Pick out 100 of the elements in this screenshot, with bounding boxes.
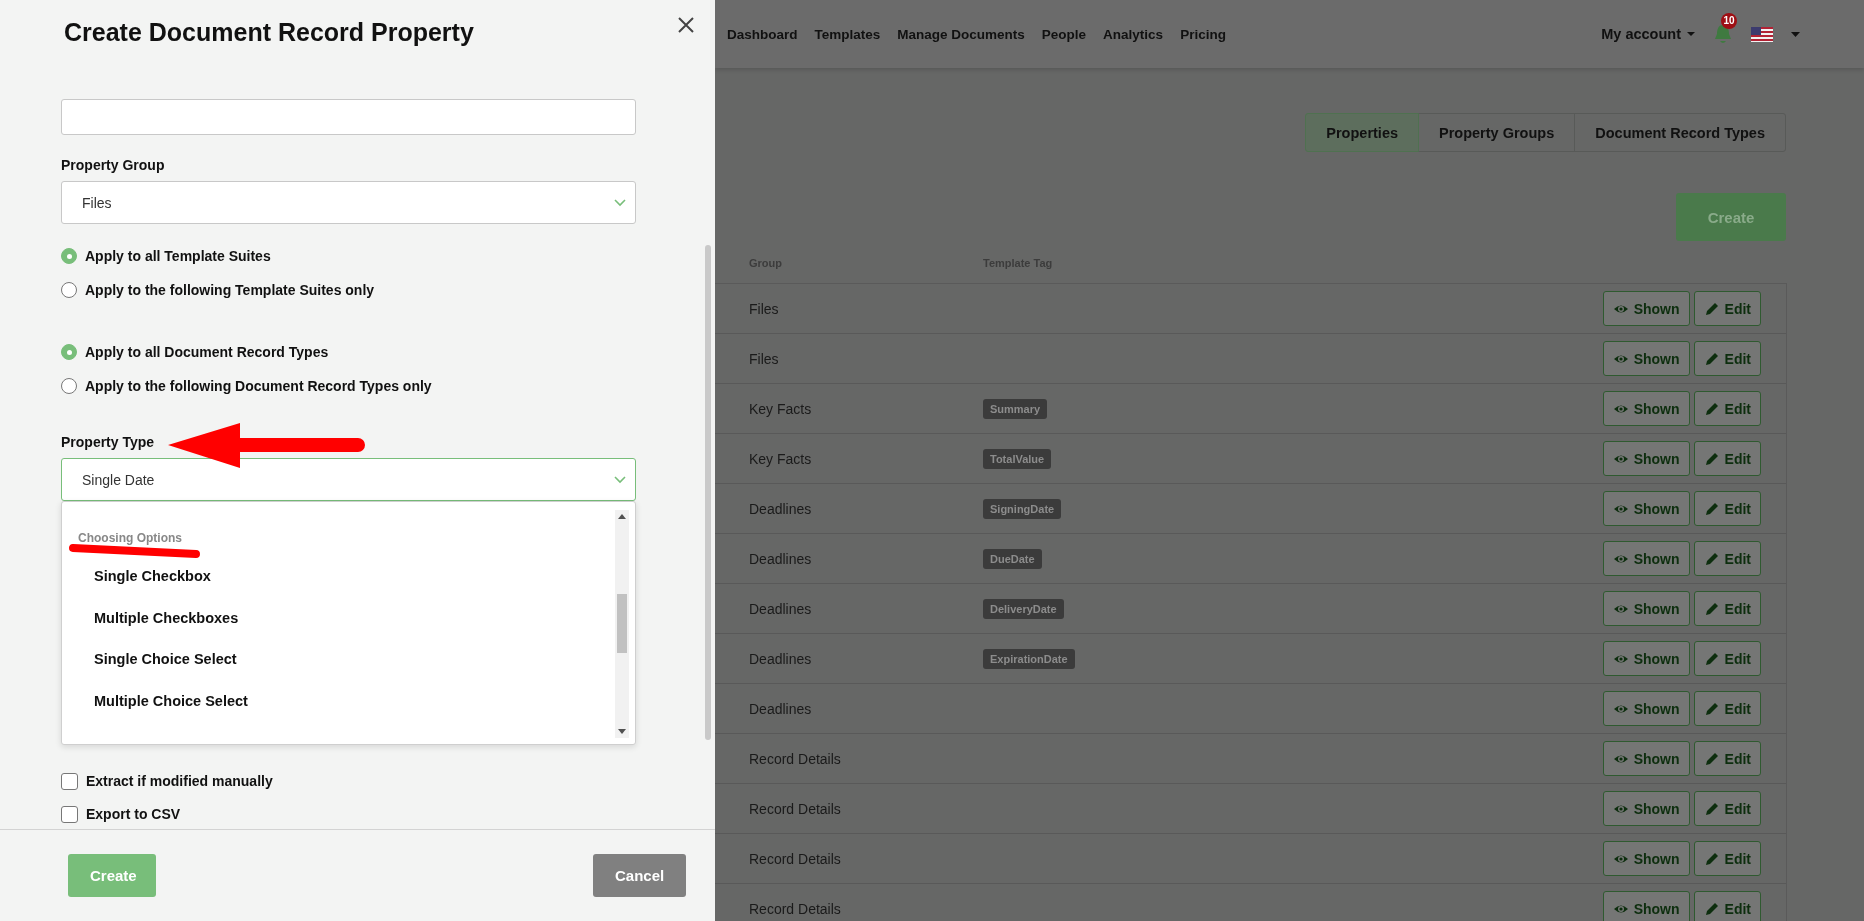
checkbox-label: Extract if modified manually (86, 773, 273, 789)
notification-badge: 10 (1721, 13, 1737, 29)
pencil-icon (1703, 300, 1720, 317)
create-button[interactable]: Create (68, 854, 156, 897)
shown-button[interactable]: Shown (1602, 691, 1690, 726)
radio-button[interactable] (61, 282, 77, 298)
template-tag: DueDate (983, 548, 1042, 569)
scrollbar[interactable] (705, 245, 711, 740)
chevron-down-icon (613, 474, 627, 485)
field-label: Property Group (61, 156, 166, 175)
checkbox-label: Export to CSV (86, 806, 181, 822)
table-cell-text: Record Details (749, 900, 842, 917)
table-cell-text: Files (749, 350, 780, 367)
shown-button[interactable]: Shown (1602, 841, 1690, 876)
edit-button[interactable]: Edit (1693, 291, 1761, 326)
shown-button[interactable]: Shown (1602, 741, 1690, 776)
cancel-button[interactable]: Cancel (593, 854, 686, 897)
table-cell-text: Deadlines (749, 550, 813, 567)
pencil-icon (1703, 900, 1720, 917)
edit-button[interactable]: Edit (1693, 841, 1761, 876)
edit-button[interactable]: Edit (1693, 341, 1761, 376)
tab[interactable]: Property Groups (1418, 113, 1576, 152)
edit-button[interactable]: Edit (1693, 391, 1761, 426)
pencil-icon (1703, 750, 1720, 767)
checkbox[interactable] (61, 805, 78, 823)
template-tag: ExpirationDate (983, 648, 1075, 669)
pencil-icon (1703, 400, 1720, 417)
option-group-heading: Choosing Options (78, 530, 182, 547)
edit-button[interactable]: Edit (1693, 641, 1761, 676)
pencil-icon (1703, 500, 1720, 517)
radio-label: Apply to the following Document Record Types only (85, 378, 432, 394)
dropdown-option[interactable]: Single Checkbox (62, 556, 211, 598)
table-cell-text: Record Details (749, 750, 842, 767)
caret-icon[interactable] (1791, 31, 1800, 37)
nav-link[interactable]: Analytics (1103, 26, 1164, 42)
template-tag: TotalValue (983, 448, 1052, 469)
shown-button[interactable]: Shown (1602, 541, 1690, 576)
caret-icon (1687, 32, 1695, 36)
shown-button[interactable]: Shown (1602, 641, 1690, 676)
pencil-icon (1703, 450, 1720, 467)
table-cell-text: Record Details (749, 850, 842, 867)
edit-button[interactable]: Edit (1693, 691, 1761, 726)
nav-link[interactable]: Pricing (1180, 26, 1226, 42)
table-cell-text: Deadlines (749, 650, 813, 667)
shown-button[interactable]: Shown (1602, 291, 1690, 326)
nav-link[interactable]: People (1041, 26, 1087, 42)
radio-button[interactable] (61, 378, 77, 394)
scrollbar[interactable] (615, 510, 629, 738)
template-tag: Summary (983, 398, 1048, 419)
field-label: Property Type (61, 433, 156, 452)
radio-button[interactable] (61, 248, 77, 264)
radio-label: Apply to all Document Record Types (85, 344, 329, 360)
edit-button[interactable]: Edit (1693, 791, 1761, 826)
text-field[interactable] (61, 99, 636, 135)
select-field[interactable]: Single Date (61, 458, 636, 501)
table-cell-text: Deadlines (749, 600, 813, 617)
shown-button[interactable]: Shown (1602, 891, 1690, 921)
dropdown-option[interactable]: Single Choice Select (62, 639, 237, 681)
shown-button[interactable]: Shown (1602, 441, 1690, 476)
table-cell-text: Deadlines (749, 700, 813, 717)
nav-link[interactable]: Dashboard (727, 26, 798, 42)
template-tag: SigningDate (983, 498, 1062, 519)
pencil-icon (1703, 550, 1720, 567)
shown-button[interactable]: Shown (1602, 341, 1690, 376)
shown-button[interactable]: Shown (1602, 391, 1690, 426)
checkbox[interactable] (61, 772, 78, 790)
nav-link[interactable]: Templates (814, 26, 881, 42)
edit-button[interactable]: Edit (1693, 741, 1761, 776)
tab[interactable]: Document Record Types (1574, 113, 1786, 152)
dialog-title: Create Document Record Property (64, 18, 474, 47)
nav-link[interactable]: Manage Documents (897, 26, 1025, 42)
create-button[interactable]: Create (1676, 193, 1786, 241)
table-cell-text: Key Facts (749, 450, 813, 467)
dropdown-option[interactable]: Multiple Checkboxes (62, 597, 239, 639)
dropdown-option[interactable]: Multiple Choice Select (62, 680, 248, 722)
pencil-icon (1703, 600, 1720, 617)
flag-icon[interactable] (1751, 26, 1773, 42)
radio-label: Apply to all Template Suites (85, 248, 271, 264)
edit-button[interactable]: Edit (1693, 891, 1761, 921)
pencil-icon (1703, 800, 1720, 817)
table-cell-text: Files (749, 300, 780, 317)
table-cell-text: Key Facts (749, 400, 813, 417)
pencil-icon (1703, 650, 1720, 667)
shown-button[interactable]: Shown (1602, 591, 1690, 626)
template-tag: DeliveryDate (983, 598, 1064, 619)
radio-button[interactable] (61, 344, 77, 360)
pencil-icon (1703, 350, 1720, 367)
radio-label: Apply to the following Template Suites only (85, 282, 375, 298)
edit-button[interactable]: Edit (1693, 491, 1761, 526)
edit-button[interactable]: Edit (1693, 591, 1761, 626)
shown-button[interactable]: Shown (1602, 791, 1690, 826)
tab[interactable]: Properties (1305, 113, 1420, 152)
pencil-icon (1703, 700, 1720, 717)
edit-button[interactable]: Edit (1693, 541, 1761, 576)
select-field[interactable]: Files (61, 181, 636, 224)
edit-button[interactable]: Edit (1693, 441, 1761, 476)
account-menu[interactable]: My account (1601, 26, 1695, 42)
pencil-icon (1703, 850, 1720, 867)
table-cell-text: Deadlines (749, 500, 813, 517)
shown-button[interactable]: Shown (1602, 491, 1690, 526)
